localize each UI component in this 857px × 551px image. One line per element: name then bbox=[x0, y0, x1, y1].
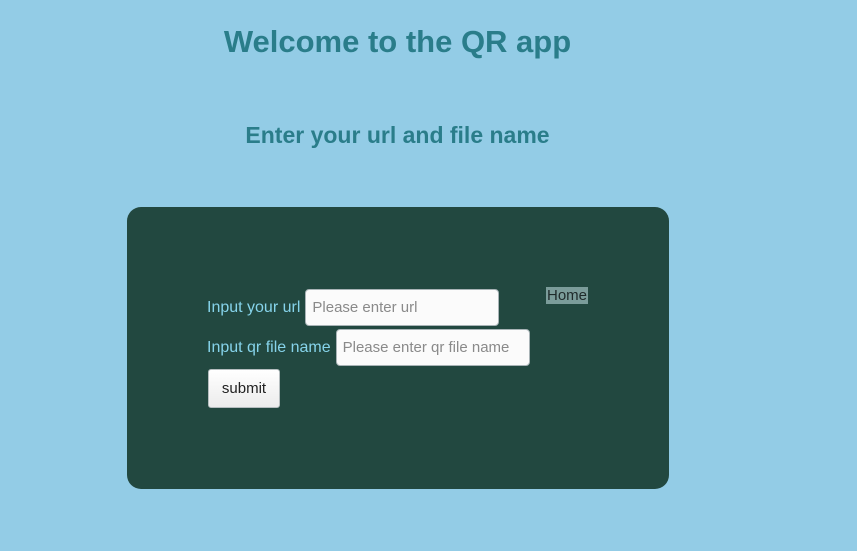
submit-button[interactable]: submit bbox=[208, 369, 280, 408]
url-input[interactable] bbox=[305, 289, 500, 326]
file-name-input[interactable] bbox=[335, 329, 530, 366]
page-subtitle: Enter your url and file name bbox=[245, 122, 550, 148]
page: Welcome to the QR app Enter your url and… bbox=[0, 0, 857, 551]
file-name-label: Input qr file name bbox=[207, 338, 331, 356]
url-label: Input your url bbox=[207, 298, 301, 316]
file-name-row: Input qr file name bbox=[207, 329, 530, 366]
home-link[interactable]: Home bbox=[546, 287, 589, 304]
url-row: Input your url bbox=[207, 289, 500, 326]
page-title: Welcome to the QR app bbox=[223, 24, 572, 59]
qr-form-card: Input your url Input qr file name submit… bbox=[127, 207, 669, 489]
